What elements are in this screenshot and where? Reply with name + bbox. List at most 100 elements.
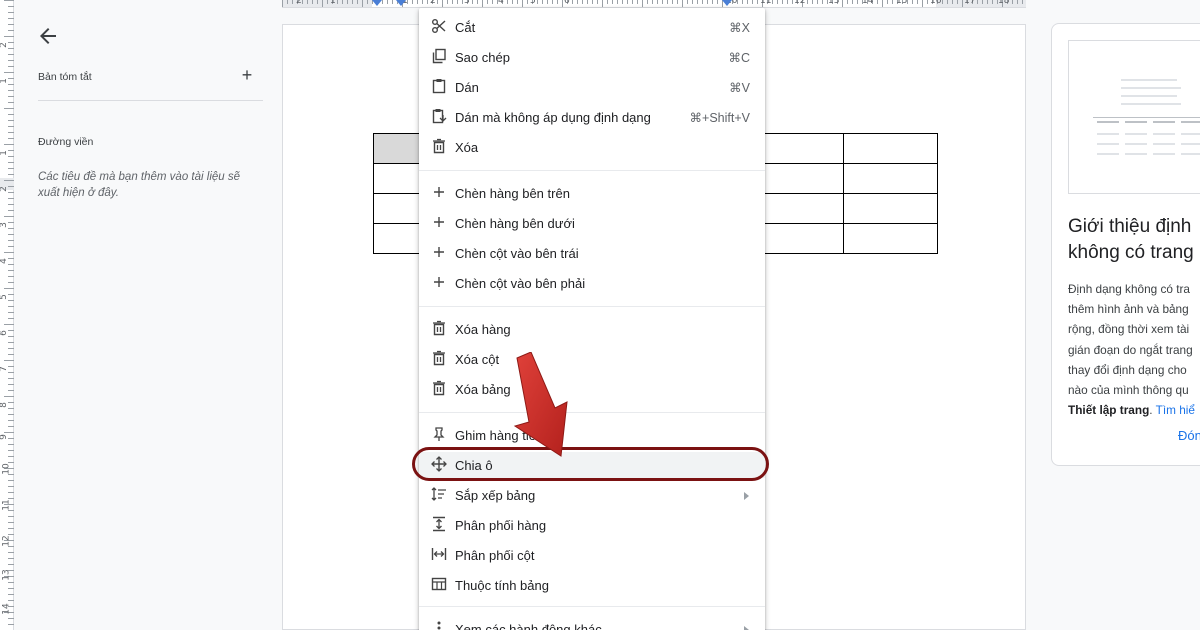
ruler-number: 14 bbox=[862, 0, 874, 6]
ruler-number: 1 bbox=[0, 78, 9, 84]
card-body: Định dạng không có tra thêm hình ảnh và … bbox=[1068, 279, 1200, 420]
distribute-rows-icon bbox=[433, 516, 445, 532]
menu-item-distribute-columns[interactable]: Phân phối cột bbox=[419, 542, 765, 568]
menu-item-cut[interactable]: Cắt ⌘X bbox=[419, 14, 765, 40]
ruler-tick bbox=[292, 0, 293, 4]
menu-item-insert-column-right[interactable]: Chèn cột vào bên phải bbox=[419, 270, 765, 296]
menu-item-more-actions[interactable]: Xem các hành động khác bbox=[419, 616, 765, 630]
ruler-tick bbox=[557, 0, 558, 4]
table-cell[interactable] bbox=[843, 223, 938, 254]
menu-item-copy[interactable]: Sao chép ⌘C bbox=[419, 44, 765, 70]
ruler-tick bbox=[687, 0, 688, 4]
menu-item-pin-header-row[interactable]: Ghim hàng tiêu đề bbox=[419, 422, 765, 448]
menu-item-label: Ghim hàng tiêu đề bbox=[455, 428, 562, 443]
menu-item-delete-table[interactable]: Xóa bảng bbox=[419, 376, 765, 402]
horizontal-ruler[interactable]: 2 1 1 2 3 4 5 6 10 11 12 13 14 15 16 17 18 bbox=[282, 0, 1026, 8]
ruler-number: 11 bbox=[760, 0, 772, 6]
menu-separator bbox=[419, 606, 765, 607]
ruler-number: 18 bbox=[998, 0, 1010, 6]
ruler-tick bbox=[882, 0, 883, 7]
arrow-left-icon bbox=[40, 28, 56, 44]
preview-line bbox=[1181, 143, 1200, 145]
plus-icon bbox=[434, 217, 444, 227]
card-body-line: Thiết lập trang. Tìm hiể bbox=[1068, 403, 1195, 418]
ruler-tick bbox=[322, 0, 323, 7]
table-cell[interactable] bbox=[843, 163, 938, 194]
ruler-tick bbox=[4, 0, 14, 1]
pageless-format-card: Giới thiệu định không có trang Định dạng… bbox=[1051, 23, 1200, 466]
preview-line bbox=[1121, 79, 1177, 81]
ruler-tick bbox=[917, 0, 918, 4]
ruler-tick bbox=[482, 0, 483, 7]
learn-more-link[interactable]: Tìm hiể bbox=[1156, 403, 1195, 417]
plus-icon bbox=[434, 187, 444, 197]
trash-icon bbox=[433, 138, 445, 154]
clipboard-icon bbox=[432, 79, 446, 94]
ruler-tick bbox=[4, 144, 14, 145]
menu-item-label: Chèn cột vào bên trái bbox=[455, 246, 579, 261]
add-summary-button[interactable]: + bbox=[239, 66, 255, 84]
preview-line bbox=[1097, 133, 1119, 135]
ruler-indent-marker[interactable] bbox=[722, 0, 732, 6]
ruler-indent-marker[interactable] bbox=[396, 0, 406, 6]
ruler-tick bbox=[912, 0, 913, 4]
close-card-button[interactable]: Đón bbox=[1178, 428, 1200, 443]
ruler-tick bbox=[472, 0, 473, 4]
menu-item-sort-table[interactable]: Sắp xếp bảng bbox=[419, 482, 765, 508]
menu-item-paste-without-formatting[interactable]: Dán mà không áp dụng định dạng ⌘+Shift+V bbox=[419, 104, 765, 130]
ruler-indent-marker[interactable] bbox=[372, 0, 382, 6]
trash-icon bbox=[433, 350, 445, 366]
menu-item-paste[interactable]: Dán ⌘V bbox=[419, 74, 765, 100]
ruler-tick bbox=[627, 0, 628, 4]
menu-item-split-cell[interactable]: Chia ô bbox=[419, 452, 765, 478]
ruler-number: 8 bbox=[0, 402, 9, 408]
ruler-tick bbox=[982, 0, 983, 4]
menu-item-distribute-rows[interactable]: Phân phối hàng bbox=[419, 512, 765, 538]
menu-item-insert-row-below[interactable]: Chèn hàng bên dưới bbox=[419, 210, 765, 236]
ruler-tick bbox=[742, 0, 743, 4]
outline-label: Đường viền bbox=[38, 136, 94, 148]
ruler-tick bbox=[602, 0, 603, 7]
table-cell[interactable] bbox=[843, 193, 938, 224]
ruler-tick bbox=[582, 0, 583, 4]
table-cell[interactable] bbox=[843, 133, 938, 164]
menu-item-table-properties[interactable]: Thuộc tính bảng bbox=[419, 572, 765, 598]
outline-sidebar: Bản tóm tắt + Đường viền Các tiêu đề mà … bbox=[14, 8, 276, 630]
pageless-preview-image bbox=[1068, 40, 1200, 194]
ruler-tick bbox=[4, 252, 14, 253]
ruler-tick bbox=[387, 0, 388, 4]
ruler-number: 9 bbox=[0, 434, 9, 440]
menu-separator bbox=[419, 306, 765, 307]
ruler-tick bbox=[692, 0, 693, 4]
back-button[interactable] bbox=[36, 24, 60, 48]
menu-item-insert-column-left[interactable]: Chèn cột vào bên trái bbox=[419, 240, 765, 266]
menu-item-insert-row-above[interactable]: Chèn hàng bên trên bbox=[419, 180, 765, 206]
ruler-tick bbox=[347, 0, 348, 4]
vertical-ruler[interactable]: 211234567891011121314 bbox=[0, 0, 14, 630]
preview-line bbox=[1097, 121, 1119, 123]
page-setup-text: Thiết lập trang bbox=[1068, 403, 1150, 418]
ruler-number: 2 bbox=[0, 186, 9, 192]
menu-item-delete-row[interactable]: Xóa hàng bbox=[419, 316, 765, 342]
menu-item-delete[interactable]: Xóa bbox=[419, 134, 765, 160]
ruler-tick bbox=[657, 0, 658, 4]
preview-line bbox=[1097, 143, 1119, 145]
menu-item-delete-column[interactable]: Xóa cột bbox=[419, 346, 765, 372]
ruler-tick bbox=[457, 0, 458, 4]
ruler-tick bbox=[787, 0, 788, 4]
ruler-number: 2 bbox=[430, 0, 436, 6]
ruler-tick bbox=[8, 6, 14, 7]
ruler-tick bbox=[487, 0, 488, 4]
ruler-tick bbox=[622, 0, 623, 4]
ruler-tick bbox=[4, 324, 14, 325]
trash-icon bbox=[433, 380, 445, 396]
ruler-tick bbox=[477, 0, 478, 4]
ruler-tick bbox=[852, 0, 853, 4]
preview-line bbox=[1121, 95, 1177, 97]
ruler-tick bbox=[842, 0, 843, 7]
ruler-tick bbox=[357, 0, 358, 4]
ruler-tick bbox=[1017, 0, 1018, 4]
ruler-number: 6 bbox=[0, 330, 9, 336]
preview-line bbox=[1125, 143, 1147, 145]
ruler-number: 13 bbox=[828, 0, 840, 6]
